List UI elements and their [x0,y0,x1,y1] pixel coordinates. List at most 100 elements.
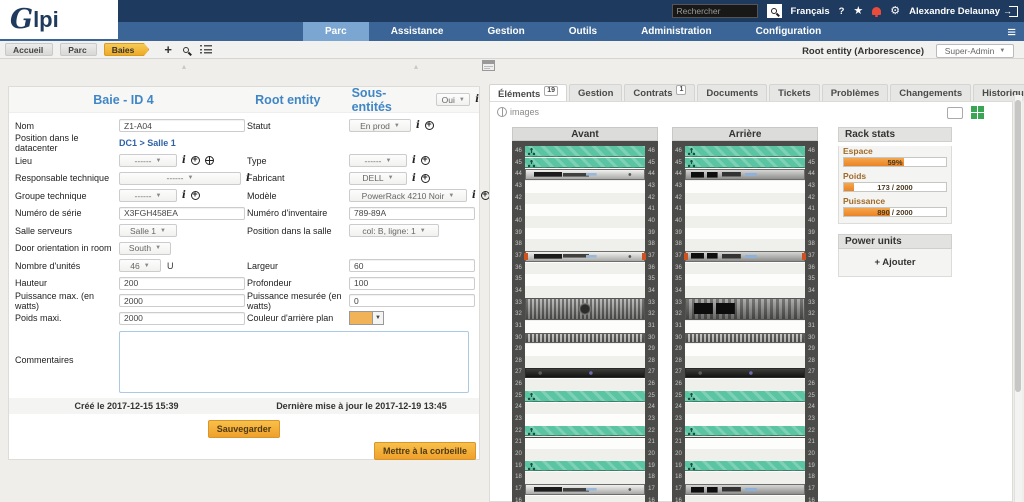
panel-scrollbar-thumb[interactable] [1015,100,1021,392]
alert-bell-icon[interactable] [872,7,881,15]
background-color-swatch[interactable] [349,311,373,325]
nav-tab-parc[interactable]: Parc [303,22,369,41]
breadcrumb-item-parc[interactable]: Parc [60,43,96,56]
nav-tab-configuration[interactable]: Configuration [734,22,844,41]
field-select-left[interactable]: ------▼ [119,172,241,185]
add-icon[interactable] [425,121,434,130]
field-select-right[interactable]: ------▼ [349,154,407,167]
global-search-input[interactable] [672,4,758,18]
rack-item-front-u27[interactable] [525,368,645,379]
rack-item-rear-u22[interactable] [685,426,805,437]
rack-item-front-u33[interactable] [525,298,645,320]
rack-item-rear-u25[interactable] [685,391,805,402]
glpi-logo[interactable]: Glpi [0,0,118,39]
field-input-right[interactable] [349,259,475,272]
field-input-left[interactable] [119,207,245,220]
rack-item-rear-u37[interactable] [685,251,805,262]
sub-entities-select[interactable]: Oui▼ [436,93,470,106]
rack-item-front-u30[interactable] [525,333,645,344]
link-salle 1[interactable]: Salle 1 [147,138,176,148]
user-name[interactable]: Alexandre Delaunay [909,6,1000,17]
user-settings-gear-icon[interactable]: ⚙ [890,6,900,17]
rack-listview-icon[interactable] [947,107,963,119]
field-input-left[interactable] [119,119,245,132]
tab-problèmes[interactable]: Problèmes [822,84,889,101]
add-item-icon[interactable]: + [164,43,172,56]
language-switch[interactable]: Français [791,6,830,17]
info-icon[interactable]: i [412,173,416,184]
rack-item-rear-u19[interactable] [685,461,805,472]
field-input-right[interactable] [349,207,475,220]
rack-rear-view[interactable]: 4645444342414039383736353433323130292827… [672,141,818,502]
global-search-button[interactable] [767,4,782,18]
power-unit-add-button[interactable]: + Ajouter [839,249,951,276]
nav-tab-assistance[interactable]: Assistance [369,22,466,41]
tab-changements[interactable]: Changements [890,84,971,101]
hamburger-menu-icon[interactable]: ≡ [1007,24,1016,41]
rack-item-rear-u17[interactable] [685,484,805,495]
field-select-right[interactable]: col: B, ligne: 1▼ [349,224,439,237]
add-icon[interactable] [421,156,430,165]
rack-item-rear-u33[interactable] [685,298,805,320]
breadcrumb-item-accueil[interactable]: Accueil [5,43,53,56]
rack-item-front-u37[interactable] [525,251,645,262]
field-input-left[interactable] [119,294,245,307]
tab-documents[interactable]: Documents [697,84,767,101]
rack-gridview-icon[interactable] [971,106,984,119]
tab-contrats[interactable]: Contrats1 [624,84,695,101]
field-input-left[interactable] [119,312,245,325]
images-toggle[interactable]: images [497,107,539,117]
list-view-icon[interactable] [200,45,212,54]
rack-item-front-u17[interactable] [525,484,645,495]
info-icon[interactable]: i [182,155,186,166]
save-button[interactable]: Sauvegarder [208,420,281,438]
field-select-right[interactable]: DELL▼ [349,172,407,185]
field-select-left[interactable]: Salle 1▼ [119,224,177,237]
field-select-left[interactable]: 46▼ [119,259,161,272]
rack-item-rear-u44[interactable] [685,169,805,180]
rack-item-front-u44[interactable] [525,169,645,180]
add-icon[interactable] [421,174,430,183]
trash-button[interactable]: Mettre à la corbeille [374,442,476,460]
field-select-left[interactable]: South▼ [119,242,171,255]
link-dc1[interactable]: DC1 [119,138,137,148]
field-select-left[interactable]: ------▼ [119,189,177,202]
form-view-toggle-icon[interactable] [482,60,495,71]
rack-item-front-u45[interactable] [525,158,645,169]
nav-tab-administration[interactable]: Administration [619,22,734,41]
field-input-right[interactable] [349,294,475,307]
rack-item-front-u46[interactable] [525,146,645,157]
add-icon[interactable] [191,191,200,200]
field-select-right[interactable]: En prod▼ [349,119,411,132]
nav-tab-gestion[interactable]: Gestion [466,22,547,41]
info-icon[interactable]: i [412,155,416,166]
info-icon[interactable]: i [416,120,420,131]
logout-icon[interactable] [1009,6,1018,17]
field-input-right[interactable] [349,277,475,290]
entity-tree-label[interactable]: Root entity (Arborescence) [802,46,924,57]
comments-textarea[interactable] [119,331,469,393]
rack-item-rear-u27[interactable] [685,368,805,379]
help-link[interactable]: ? [839,6,845,17]
info-icon[interactable]: i [182,190,186,201]
rack-item-front-u19[interactable] [525,461,645,472]
nav-tab-outils[interactable]: Outils [547,22,619,41]
field-input-left[interactable] [119,277,245,290]
add-icon[interactable] [191,156,200,165]
rack-item-front-u22[interactable] [525,426,645,437]
search-list-icon[interactable] [183,47,189,53]
breadcrumb-item-baies[interactable]: Baies [104,43,150,56]
rack-item-rear-u45[interactable] [685,158,805,169]
tab-gestion[interactable]: Gestion [569,84,622,101]
rack-item-front-u25[interactable] [525,391,645,402]
info-icon[interactable]: i [475,94,479,105]
bookmark-star-icon[interactable]: ★ [853,6,863,17]
field-select-left[interactable]: ------▼ [119,154,177,167]
tab-tickets[interactable]: Tickets [769,84,820,101]
location-globe-icon[interactable] [205,156,214,165]
profile-select[interactable]: Super-Admin▼ [936,44,1014,58]
rack-item-rear-u46[interactable] [685,146,805,157]
field-select-right[interactable]: PowerRack 4210 Noir▼ [349,189,467,202]
rack-front-view[interactable]: 4645444342414039383736353433323130292827… [512,141,658,502]
rack-item-rear-u30[interactable] [685,333,805,344]
